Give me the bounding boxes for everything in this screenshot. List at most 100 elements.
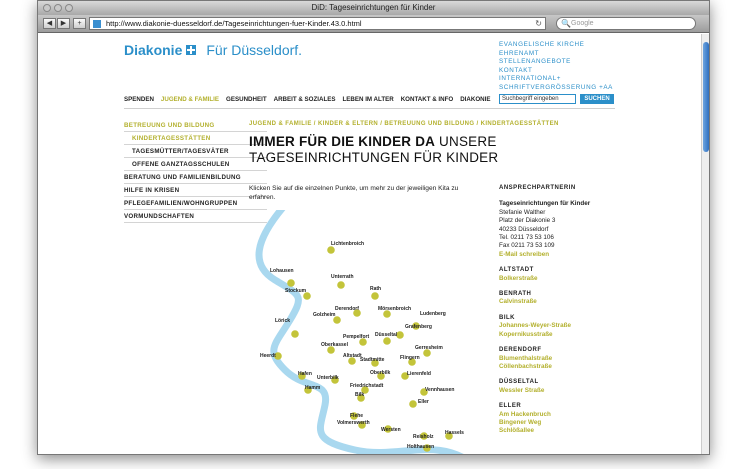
map-district-label[interactable]: Ludenberg	[420, 311, 446, 317]
window-title: DiD: Tageseinrichtungen für Kinder	[311, 3, 436, 12]
map-district-label[interactable]: Vennhausen	[425, 387, 454, 393]
map-district-label[interactable]: Hamm	[305, 385, 321, 391]
nav-item[interactable]: SPENDEN	[124, 96, 154, 103]
sidebar-item[interactable]: BETREUUNG UND BILDUNG	[124, 119, 267, 132]
map-marker[interactable]	[396, 331, 404, 339]
kita-link[interactable]: Bingener Weg	[499, 419, 619, 427]
sidebar-item[interactable]: TAGESMÜTTER/TAGESVÄTER	[124, 145, 267, 158]
kita-link[interactable]: Calvinstraße	[499, 298, 619, 306]
minimize-window-button[interactable]	[54, 4, 62, 12]
zoom-window-button[interactable]	[65, 4, 73, 12]
back-button[interactable]: ◀	[43, 18, 56, 29]
map-district-label[interactable]: Wersten	[381, 427, 401, 433]
map-district-label[interactable]: Düsseltal	[375, 332, 398, 338]
map-marker[interactable]	[291, 330, 299, 338]
nav-item[interactable]: DIAKONIE	[460, 96, 490, 103]
map-marker[interactable]	[287, 279, 295, 287]
kita-link[interactable]: Am Hackenbruch	[499, 411, 619, 419]
kita-link[interactable]: Schlößallee	[499, 427, 619, 435]
district-name: DÜSSELTAL	[499, 379, 539, 386]
map-district-label[interactable]: Pempelfort	[343, 334, 369, 340]
top-link[interactable]: EVANGELISCHE KIRCHE	[499, 41, 613, 50]
map-marker[interactable]	[371, 292, 379, 300]
top-link[interactable]: INTERNATIONAL+	[499, 75, 613, 84]
map-marker[interactable]	[383, 337, 391, 345]
map-district-label[interactable]: Golzheim	[313, 312, 336, 318]
map-district-label[interactable]: Eller	[418, 399, 429, 405]
map-district-label[interactable]: Bilk	[355, 392, 364, 398]
page-title: IMMER FÜR DIE KINDER DA UNSERE TAGESEINR…	[249, 134, 509, 166]
map-district-label[interactable]: Flingern	[400, 355, 420, 361]
map-district-label[interactable]: Hafen	[298, 371, 312, 377]
map-district-label[interactable]: Mörsenbroich	[378, 306, 411, 312]
map-district-label[interactable]: Unterbilk	[317, 375, 339, 381]
map-district-label[interactable]: Oberbilk	[370, 370, 391, 376]
sidebar-item[interactable]: KINDERTAGESSTÄTTEN	[124, 132, 267, 145]
nav-item[interactable]: JUGEND & FAMILIE	[161, 96, 219, 103]
vertical-scrollbar[interactable]	[701, 34, 709, 454]
map-district-label[interactable]: Stadtmitte	[360, 357, 385, 363]
map-district-label[interactable]: Oberkassel	[321, 342, 349, 348]
district-block: ALTSTADT Bolkerstraße	[499, 266, 619, 283]
kita-link[interactable]: Kopernikusstraße	[499, 331, 619, 339]
address-bar[interactable]: http://www.diakonie-duesseldorf.de/Tages…	[89, 17, 546, 30]
email-link[interactable]: E-Mail schreiben	[499, 251, 619, 259]
map-district-label[interactable]: Derendorf	[335, 306, 359, 312]
breadcrumb[interactable]: JUGEND & FAMILIE / KINDER & ELTERN / BET…	[249, 121, 559, 127]
browser-search-placeholder: Google	[571, 20, 594, 27]
map-markers: Lichtenbroich Lohausen Unterrath Stockum Rat…	[260, 241, 464, 455]
map-marker[interactable]	[337, 281, 345, 289]
map-district-label[interactable]: Rath	[370, 286, 381, 292]
kita-link[interactable]: Bolkerstraße	[499, 275, 619, 283]
map-district-label[interactable]: Lörick	[275, 318, 290, 324]
map-marker[interactable]	[327, 246, 335, 254]
map-district-label[interactable]: Lichtenbroich	[331, 241, 364, 247]
sidebar-item[interactable]: PFLEGEFAMILIEN/WOHNGRUPPEN	[124, 197, 267, 210]
close-window-button[interactable]	[43, 4, 51, 12]
top-link[interactable]: STELLENANGEBOTE	[499, 58, 613, 67]
nav-item[interactable]: LEBEN IM ALTER	[343, 96, 394, 103]
back-icon: ◀	[46, 20, 53, 27]
map-district-label[interactable]: Grafenberg	[405, 324, 432, 330]
add-bookmark-button[interactable]: +	[73, 18, 86, 29]
map-district-label[interactable]: Heerdt	[260, 353, 276, 359]
map-marker[interactable]	[382, 454, 390, 455]
map-district-label[interactable]: Stockum	[285, 288, 307, 294]
forward-button[interactable]: ▶	[57, 18, 70, 29]
district-block: DERENDORF Blumenthalstraße Cöllenbachstraß…	[499, 346, 619, 371]
site-search-button[interactable]: SUCHEN	[580, 94, 614, 104]
kita-link[interactable]: Blumenthalstraße	[499, 355, 619, 363]
logo-name: Diakonie	[124, 42, 183, 58]
sidebar-item[interactable]: OFFENE GANZTAGSSCHULEN	[124, 158, 267, 171]
reload-icon[interactable]: ↻	[535, 18, 542, 29]
map-district-label[interactable]: Reisholz	[413, 434, 434, 440]
top-link[interactable]: EHRENAMT	[499, 50, 613, 59]
nav-item[interactable]: KONTAKT & INFO	[401, 96, 453, 103]
map-district-label[interactable]: Holthausen	[407, 444, 434, 450]
kita-link[interactable]: Cöllenbachstraße	[499, 363, 619, 371]
map-district-label[interactable]: Friedrichstadt	[350, 383, 384, 389]
map-district-label[interactable]: Gerresheim	[415, 345, 443, 351]
scrollbar-thumb[interactable]	[703, 42, 709, 152]
site-logo[interactable]: Diakonie Für Düsseldorf.	[124, 42, 302, 58]
plus-icon: +	[77, 20, 82, 27]
nav-item[interactable]: ARBEIT & SOZIALES	[274, 96, 336, 103]
browser-search-input[interactable]: 🔍 Google	[556, 17, 696, 30]
top-links: EVANGELISCHE KIRCHE EHRENAMT STELLENANGEBO…	[499, 41, 613, 92]
map-district-label[interactable]: Lohausen	[270, 268, 294, 274]
map-district-label[interactable]: Lierenfeld	[407, 371, 431, 377]
site-search-input[interactable]: Suchbegriff eingeben	[499, 94, 576, 104]
kita-link[interactable]: Johannes-Weyer-Straße	[499, 322, 619, 330]
top-link[interactable]: SCHRIFTVERGRÖSSERUNG +AA	[499, 84, 613, 93]
map-district-label[interactable]: Volmerswerth	[337, 420, 370, 426]
sidebar-item[interactable]: BERATUNG UND FAMILIENBILDUNG	[124, 171, 267, 184]
map-district-label[interactable]: Hassels	[445, 430, 464, 436]
district-list: ALTSTADT Bolkerstraße BENRATH Calvinstraße B…	[499, 266, 619, 436]
map-district-label[interactable]: Unterrath	[331, 274, 354, 280]
kita-link[interactable]: Wessler Straße	[499, 387, 619, 395]
map-district-label[interactable]: Flehe	[350, 413, 363, 419]
map-marker[interactable]	[409, 400, 417, 408]
top-link[interactable]: KONTAKT	[499, 67, 613, 76]
nav-item[interactable]: GESUNDHEIT	[226, 96, 267, 103]
sidebar-item[interactable]: HILFE IN KRISEN	[124, 184, 267, 197]
